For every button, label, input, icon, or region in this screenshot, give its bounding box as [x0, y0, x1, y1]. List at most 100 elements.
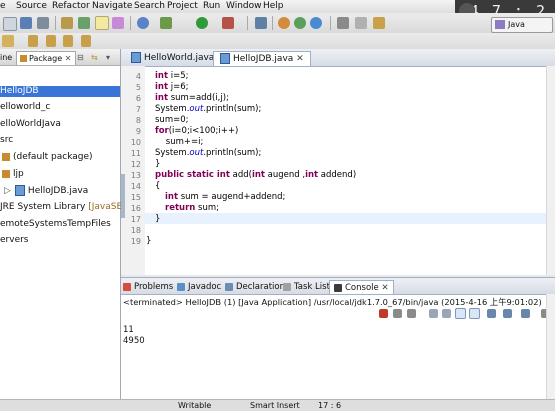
code-text: (i=0;i<100;i++) — [168, 126, 239, 136]
menu-run[interactable]: Run — [203, 0, 220, 13]
line-number: 18 — [130, 226, 141, 235]
previous-annotation-icon[interactable] — [46, 35, 56, 47]
new-class-icon[interactable] — [310, 17, 322, 29]
highlight-toggle-icon[interactable] — [95, 16, 109, 30]
new-package-icon[interactable] — [294, 17, 306, 29]
tab-hellojdb-java[interactable]: HelloJDB.java ✕ — [213, 51, 311, 66]
view-menu-icon[interactable]: ▾ — [106, 51, 110, 65]
line-number: 12 — [130, 160, 141, 169]
build-icon[interactable] — [61, 17, 73, 29]
back-icon[interactable] — [63, 35, 73, 47]
scroll-lock-icon[interactable] — [442, 309, 451, 318]
expand-arrow-icon[interactable]: ▷ — [4, 186, 11, 196]
next-annotation-icon[interactable] — [28, 35, 38, 47]
tab-package-explorer[interactable]: Package ✕ — [16, 51, 77, 65]
close-icon[interactable]: ✕ — [296, 54, 304, 64]
annotation-icon[interactable] — [2, 35, 14, 47]
run-icon[interactable] — [196, 17, 208, 29]
close-icon[interactable]: ✕ — [65, 54, 72, 63]
code-line-8: sum=0; — [155, 115, 189, 125]
debug-icon[interactable] — [160, 17, 172, 29]
open-console-icon[interactable] — [521, 309, 530, 318]
tree-item-remote-systems[interactable]: emoteSystemsTempFiles — [0, 219, 111, 230]
status-bar: Writable Smart Insert 17 : 6 — [0, 399, 555, 411]
tree-item-src[interactable]: src — [0, 135, 13, 146]
secondary-toolbar — [0, 33, 555, 50]
toolbar-separator — [272, 16, 273, 30]
tab-task-list[interactable]: Task List — [283, 280, 330, 294]
tree-item-helloworldjava[interactable]: elloWorldJava — [0, 119, 61, 130]
save-icon[interactable] — [20, 17, 32, 29]
menu-help[interactable]: Help — [263, 0, 284, 13]
open-type-icon[interactable] — [255, 17, 267, 29]
tab-package-label: Package — [29, 54, 63, 63]
tab-problems[interactable]: Problems — [123, 280, 173, 294]
code-text: System. — [155, 148, 190, 158]
package-explorer: ine Package ✕ ⊟ ⇆ ▾ HelloJDB elloworld_c… — [0, 49, 140, 410]
line-number: 8 — [135, 116, 141, 125]
line-number: 4 — [135, 72, 141, 81]
tree-item-servers[interactable]: ervers — [0, 235, 29, 246]
new-icon[interactable] — [3, 17, 17, 31]
terminal-icon[interactable] — [78, 17, 90, 29]
close-icon[interactable]: ✕ — [381, 283, 388, 293]
console-output-line: 4950 — [123, 336, 145, 346]
tab-outline[interactable]: ine — [0, 51, 12, 65]
show-on-output-icon[interactable] — [455, 308, 466, 319]
code-editor[interactable]: HelloWorld.java HelloJDB.java ✕ 4 5 6 7 … — [121, 49, 555, 275]
pin-icon[interactable] — [373, 17, 385, 29]
show-on-error-icon[interactable] — [469, 308, 480, 319]
menu-window[interactable]: Window — [226, 0, 262, 13]
editor-vertical-scrollbar[interactable] — [546, 66, 555, 275]
tab-label: HelloJDB.java — [233, 54, 294, 64]
search-icon[interactable] — [337, 17, 349, 29]
toolbar-separator — [330, 16, 331, 30]
collapse-all-icon[interactable]: ⊟ — [77, 51, 84, 65]
toggle-mark-icon[interactable] — [112, 17, 124, 29]
package-icon — [20, 55, 27, 62]
tree-item-helloworld-c[interactable]: elloworld_c — [0, 102, 50, 113]
menu-navigate[interactable]: Navigate — [92, 0, 132, 13]
new-java-project-icon[interactable] — [278, 17, 290, 29]
forward-icon[interactable] — [81, 35, 91, 47]
perspective-switcher[interactable]: Java — [491, 17, 553, 33]
print-icon[interactable] — [37, 17, 49, 29]
tab-javadoc[interactable]: Javadoc — [177, 280, 221, 294]
pin-console-icon[interactable] — [487, 309, 496, 318]
menu-file[interactable]: e — [0, 0, 6, 13]
tree-item-jre-library[interactable]: JRE System Library [JavaSE-1.7 — [0, 202, 140, 213]
console-icon — [334, 283, 342, 292]
tree-item-hellojdb-java[interactable]: ▷ HelloJDB.java — [4, 185, 88, 197]
tab-declaration[interactable]: Declaration — [225, 280, 285, 294]
menu-search[interactable]: Search — [134, 0, 165, 13]
open-task-icon[interactable] — [355, 17, 367, 29]
tree-item-default-package[interactable]: (default package) — [2, 152, 93, 163]
tree-item-ljp[interactable]: ljp — [2, 169, 24, 180]
menu-project[interactable]: Project — [167, 0, 198, 13]
keyword: int — [155, 82, 169, 92]
terminate-icon[interactable] — [379, 309, 388, 318]
javadoc-icon — [177, 282, 185, 291]
display-console-icon[interactable] — [503, 309, 512, 318]
code-area[interactable]: int i=5; int j=6; int sum=add(i,j); Syst… — [146, 69, 555, 275]
menu-refactor[interactable]: Refactor — [52, 0, 90, 13]
line-number: 16 — [130, 204, 141, 213]
tab-console[interactable]: Console ✕ — [329, 280, 394, 294]
clear-console-icon[interactable] — [429, 309, 438, 318]
console-vertical-scrollbar[interactable] — [546, 294, 555, 400]
code-text: sum=add(i,j); — [168, 93, 229, 103]
external-tools-icon[interactable] — [222, 17, 234, 29]
task-list-icon — [283, 282, 291, 291]
web-browser-icon[interactable] — [137, 17, 149, 29]
menu-source[interactable]: Source — [16, 0, 47, 13]
code-text: j=6; — [168, 82, 189, 92]
link-editor-icon[interactable]: ⇆ — [91, 51, 98, 65]
tree-label: elloworld_c — [0, 102, 51, 112]
tab-helloworld-java[interactable]: HelloWorld.java — [125, 51, 220, 66]
remove-all-icon[interactable] — [407, 309, 416, 318]
tree-item-hellojdb[interactable]: HelloJDB — [0, 86, 120, 97]
line-number: 5 — [135, 83, 141, 92]
perspective-label: Java — [508, 20, 525, 29]
remove-launch-icon[interactable] — [393, 309, 402, 318]
code-line-14: { — [155, 181, 161, 191]
